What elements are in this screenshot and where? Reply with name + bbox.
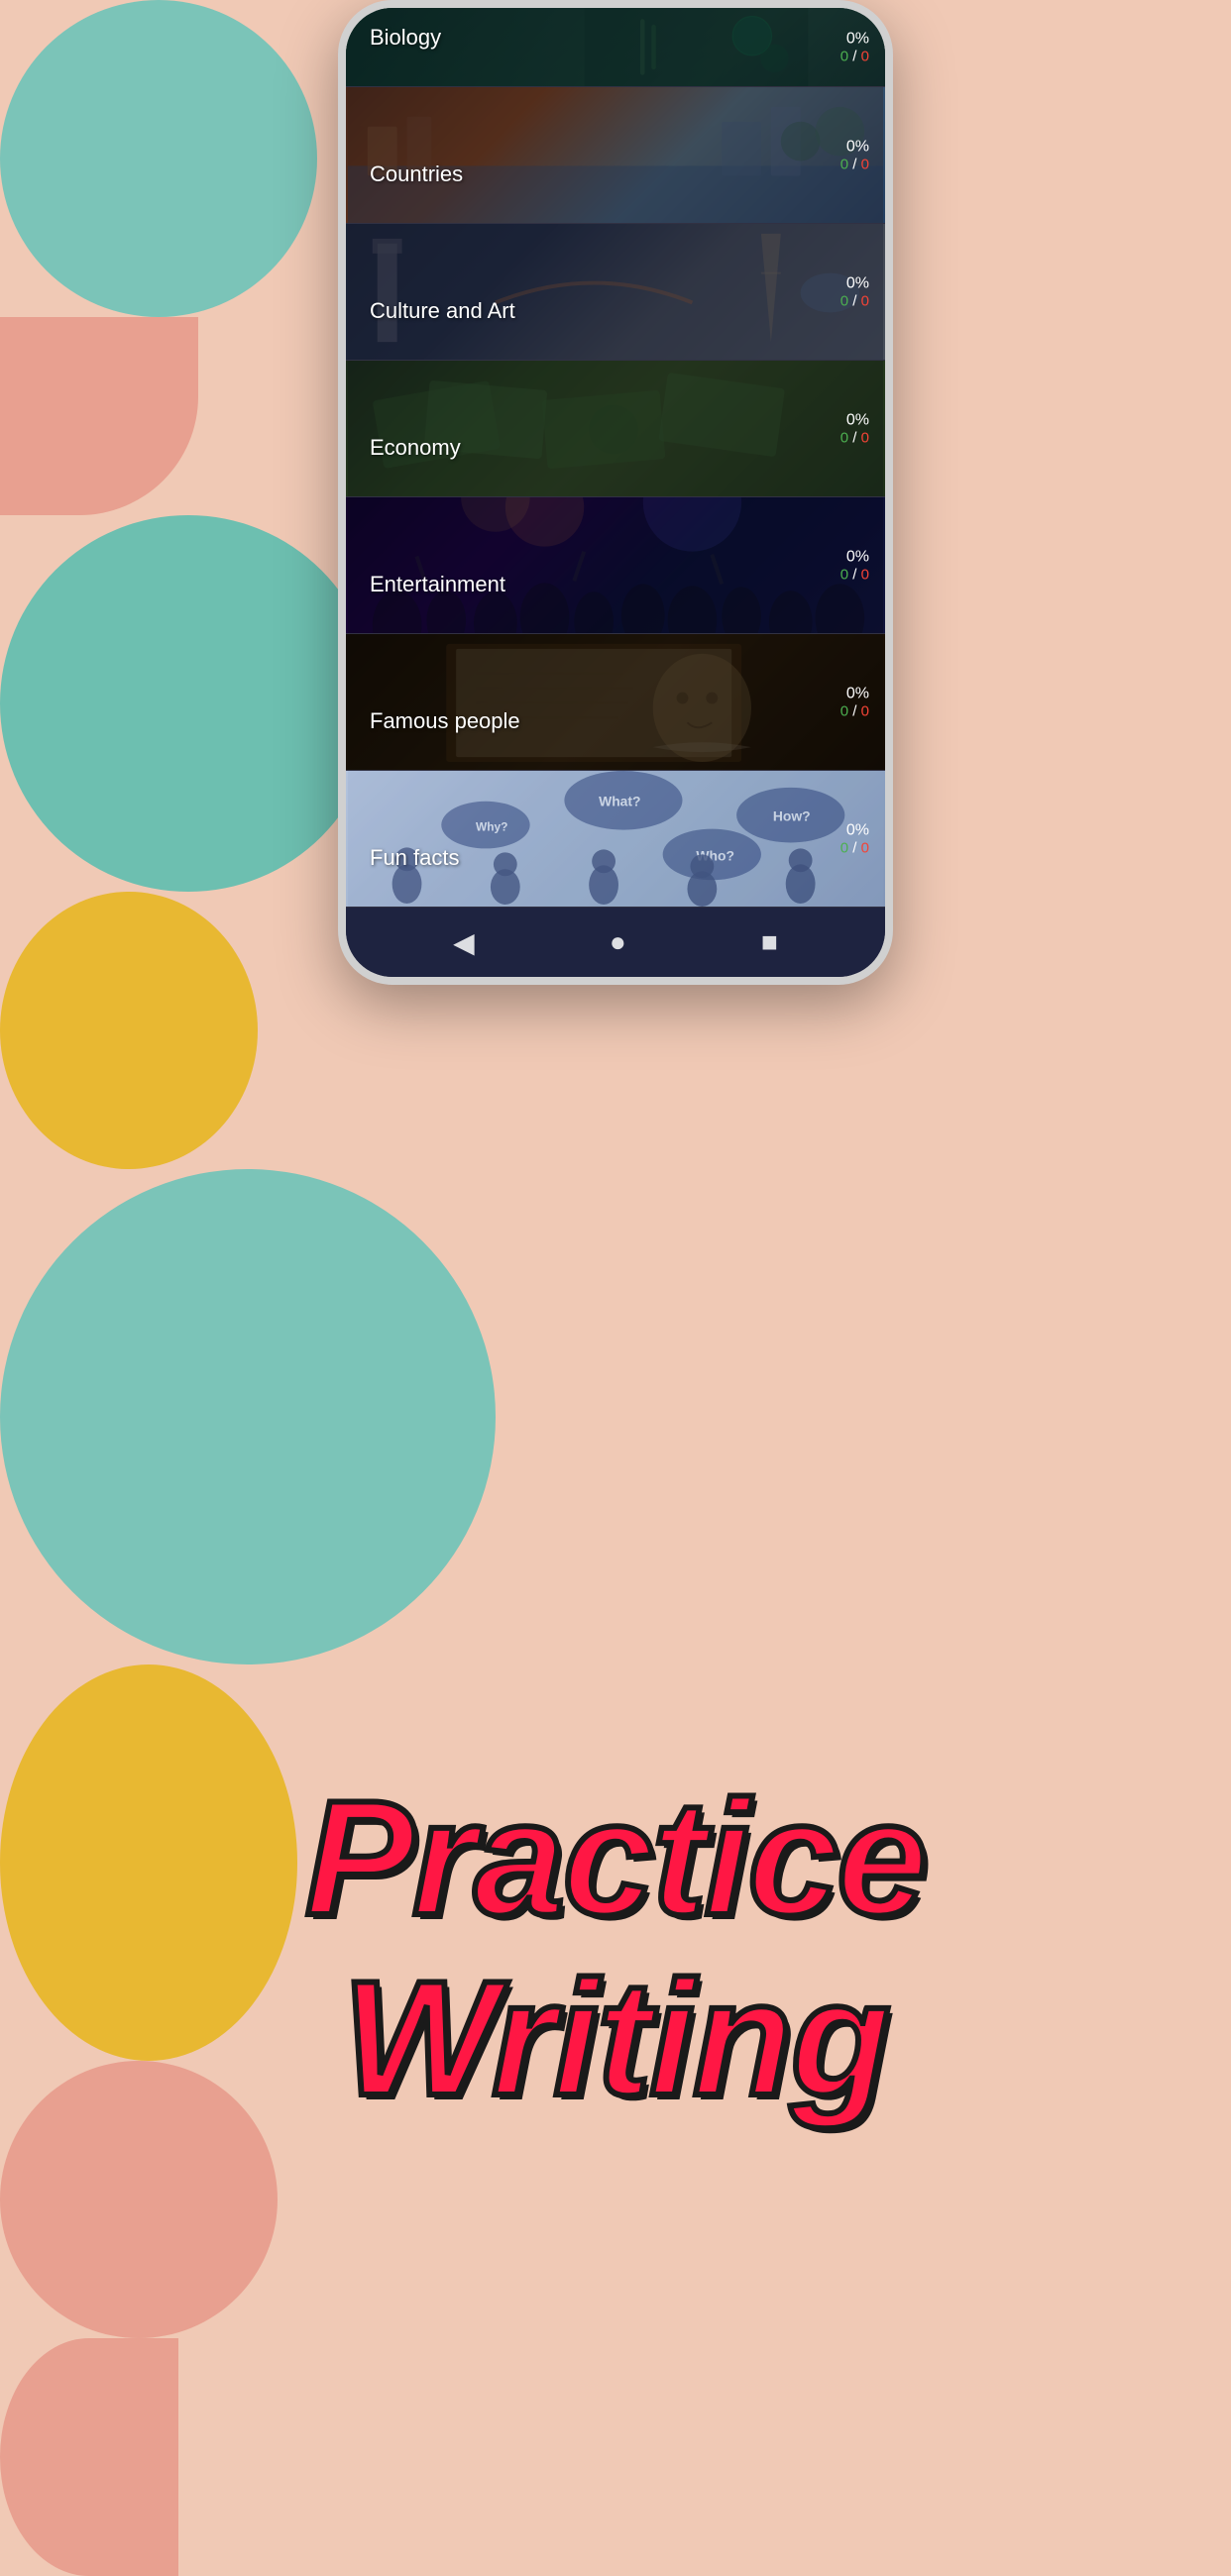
category-item-economy[interactable]: 0% 0 / 0 Economy [346,361,885,497]
bg-decor-yellow-bottom [0,1664,297,2061]
bottom-text-section: Practice Writing [269,1769,962,2128]
funfacts-stats: 0% 0 / 0 [840,821,869,856]
bg-decor-salmon-rightmid [0,2338,178,2576]
practice-line1: Practice [269,1769,962,1949]
bg-decor-yellow-mid [0,892,258,1169]
biology-label: Biology [370,25,441,51]
culture-label: Culture and Art [370,298,515,324]
culture-stats: 0% 0 / 0 [840,274,869,309]
countries-label: Countries [370,161,463,187]
nav-back-icon[interactable]: ◀ [453,926,475,959]
economy-percent: 0% [840,411,869,429]
practice-writing-title: Practice Writing [269,1769,962,2128]
phone-screen: 0% 0 / 0 Biology [346,8,885,977]
phone-frame: 0% 0 / 0 Biology [338,0,893,985]
economy-stats: 0% 0 / 0 [840,411,869,446]
countries-score: 0 / 0 [840,156,869,172]
culture-score: 0 / 0 [840,292,869,309]
funfacts-score: 0 / 0 [840,839,869,856]
famous-overlay [346,634,885,770]
countries-stats: 0% 0 / 0 [840,138,869,172]
famous-label: Famous people [370,708,520,734]
entertainment-stats: 0% 0 / 0 [840,548,869,583]
entertainment-percent: 0% [840,548,869,566]
category-item-culture[interactable]: 0% 0 / 0 Culture and Art [346,224,885,361]
bg-decor-salmon-topleft [0,317,198,515]
economy-overlay [346,361,885,496]
entertainment-overlay [346,497,885,633]
entertainment-score: 0 / 0 [840,566,869,583]
practice-line2: Writing [269,1949,962,2129]
funfacts-label: Fun facts [370,845,459,871]
famous-score: 0 / 0 [840,702,869,719]
navigation-bar: ◀ ● ■ [346,908,885,977]
category-item-entertainment[interactable]: 0% 0 / 0 Entertainment [346,497,885,634]
culture-total: 0 [861,292,869,309]
famous-percent: 0% [840,685,869,702]
nav-home-icon[interactable]: ● [610,926,626,958]
funfacts-total: 0 [861,839,869,856]
category-item-funfacts[interactable]: What? How? Who? Why? [346,771,885,908]
phone-wrapper: 0% 0 / 0 Biology [338,0,893,985]
economy-score: 0 / 0 [840,429,869,446]
countries-percent: 0% [840,138,869,156]
economy-total: 0 [861,429,869,446]
category-item-countries[interactable]: 0% 0 / 0 Countries [346,87,885,224]
bg-decor-salmon-righttop [0,2061,278,2338]
biology-total: 0 [861,48,869,64]
famous-stats: 0% 0 / 0 [840,685,869,719]
nav-recent-icon[interactable]: ■ [761,926,778,958]
funfacts-percent: 0% [840,821,869,839]
bg-decor-teal-bottomleft [0,1169,496,1664]
biology-score: 0 / 0 [840,48,869,64]
countries-total: 0 [861,156,869,172]
culture-overlay [346,224,885,360]
entertainment-total: 0 [861,566,869,583]
biology-stats: 0% 0 / 0 [840,30,869,64]
biology-percent: 0% [840,30,869,48]
entertainment-label: Entertainment [370,572,505,597]
category-item-famous[interactable]: 0% 0 / 0 Famous people [346,634,885,771]
category-item-biology[interactable]: 0% 0 / 0 Biology [346,8,885,87]
funfacts-overlay [346,771,885,907]
bg-decor-teal-topleft [0,0,317,317]
famous-total: 0 [861,702,869,719]
economy-label: Economy [370,435,461,461]
bg-decor-teal-midleft [0,515,377,892]
culture-percent: 0% [840,274,869,292]
countries-overlay [346,87,885,223]
